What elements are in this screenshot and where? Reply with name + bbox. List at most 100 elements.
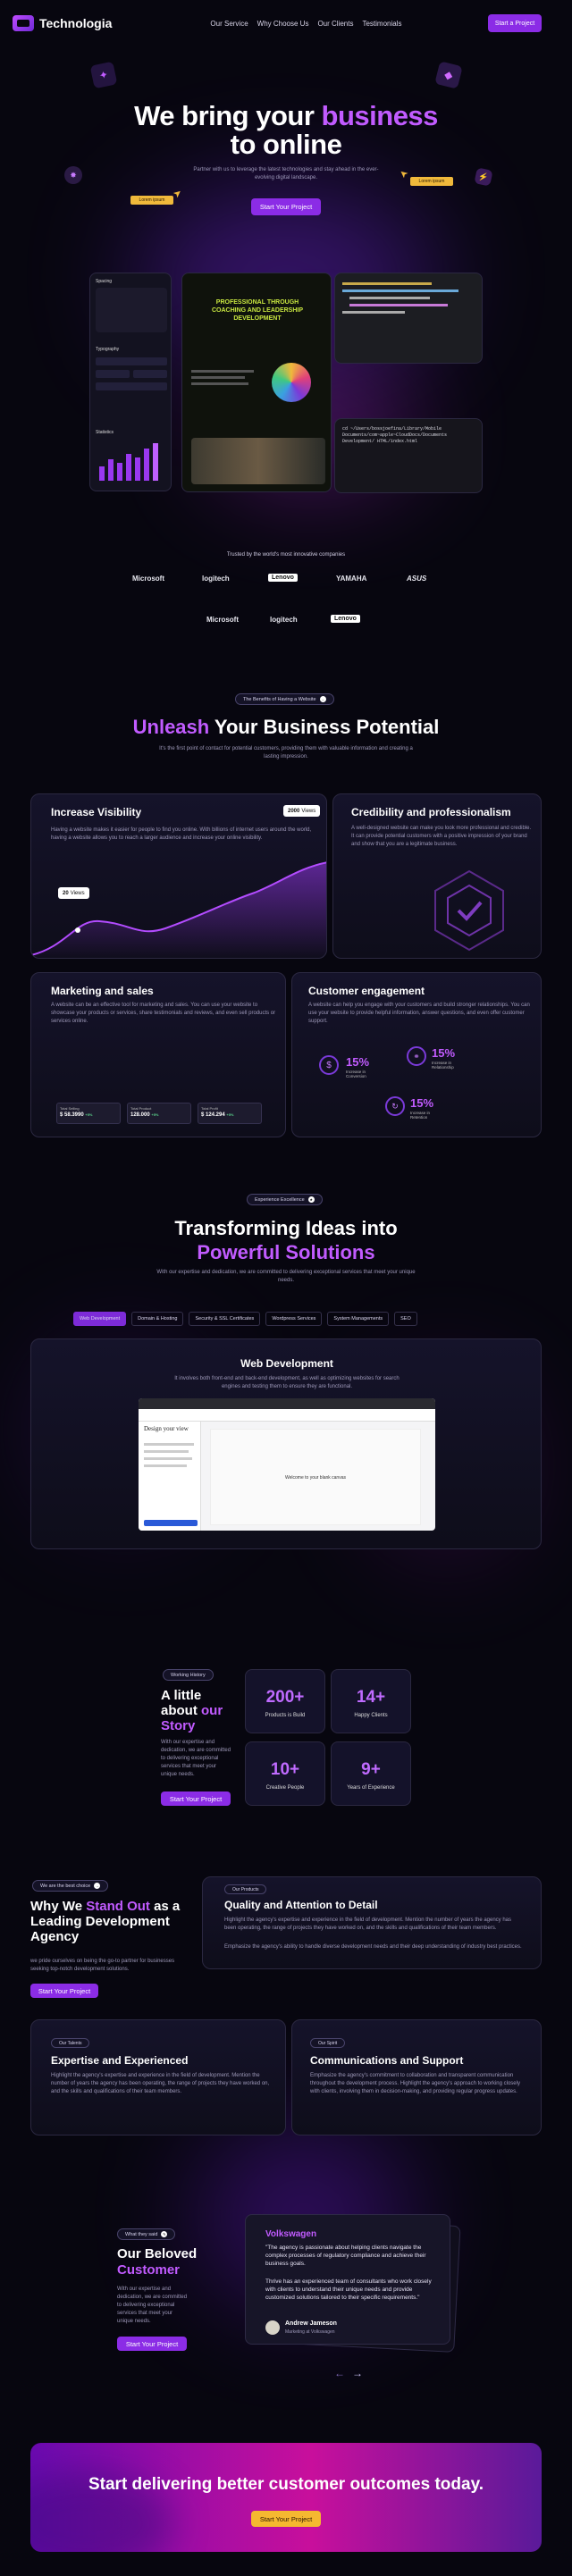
quality-pill-label: Our Products	[232, 1886, 259, 1892]
brand-name: Technologia	[39, 16, 113, 30]
terminal-line-2: Documents/com~apple~CloudDocs/Documents	[342, 432, 448, 438]
testimonials-title-accent: Customer	[117, 2262, 181, 2278]
tab-web-development[interactable]: Web Development	[73, 1312, 127, 1326]
total-product-value: 128.000	[130, 1112, 150, 1118]
conversion-value: 15%	[346, 1055, 370, 1069]
visibility-text: Having a website makes it easier for peo…	[51, 827, 312, 841]
hero-title-accent: business	[321, 100, 439, 131]
stat-years-value: 9+	[361, 1760, 381, 1779]
quote-role: Marketing at Volkswagen	[285, 2329, 335, 2335]
total-profit-box: Total Profit $ 124.294 +5%	[198, 1103, 262, 1124]
avatar	[265, 2320, 280, 2335]
expertise-pill: Our Talents	[51, 2038, 90, 2048]
mock-heading: Design your view	[144, 1425, 189, 1432]
landing-page: Technologia Our Service Why Choose Us Ou…	[0, 0, 572, 2576]
logo-asus: ASUS	[407, 575, 427, 583]
total-selling-value: $ 58.3990	[60, 1112, 84, 1118]
nav-link-our-service[interactable]: Our Service	[210, 20, 248, 28]
statistics-bar-chart	[99, 443, 158, 481]
marketing-text: A website can be an effective tool for m…	[51, 1003, 276, 1024]
start-project-button[interactable]: Start a Project	[488, 14, 542, 32]
service-panel-title: Web Development	[240, 1357, 333, 1370]
communication-pill: Our Spirit	[310, 2038, 346, 2048]
top-nav: Technologia Our Service Why Choose Us Ou…	[0, 0, 572, 46]
marketing-card: Marketing and sales A website can be an …	[30, 972, 286, 1137]
logo-microsoft-2: Microsoft	[206, 616, 239, 624]
why-start-project-button[interactable]: Start Your Project	[30, 1984, 98, 1998]
stat-products: 200+ Products is Build	[245, 1669, 325, 1733]
tab-domain-hosting[interactable]: Domain & Hosting	[131, 1312, 184, 1326]
flower-illustration	[272, 363, 311, 402]
prev-arrow-icon[interactable]: ←	[334, 2367, 345, 2379]
tab-system-managements[interactable]: System Managements	[327, 1312, 390, 1326]
why-text: we pride ourselves on being the go-to pa…	[30, 1959, 175, 1972]
communication-pill-label: Our Spirit	[318, 2040, 338, 2046]
story-pill-label: Working History	[171, 1672, 206, 1678]
nav-link-why-choose-us[interactable]: Why Choose Us	[257, 20, 309, 28]
communication-text: Emphasize the agency's commitment to col…	[310, 2073, 520, 2094]
story-text: With our expertise and dedication, we ar…	[161, 1740, 231, 1777]
retention-value: 15%	[410, 1096, 434, 1110]
visibility-card: Increase Visibility Having a website mak…	[30, 793, 327, 959]
photo-strip	[191, 438, 325, 484]
quote-card: Volkswagen "The agency is passionate abo…	[245, 2214, 450, 2345]
hero-title-line1: We bring your business	[0, 101, 572, 130]
cursor-tag-left: Lorem ipsum	[130, 196, 173, 205]
testimonials-pill-label: What they said	[125, 2231, 158, 2237]
benefits-title: Unleash Your Business Potential	[0, 716, 572, 739]
bolt-icon: ⚡	[474, 167, 493, 187]
benefits-title-text: Your Business Potential	[209, 716, 440, 738]
stat-creative-label: Creative People	[265, 1785, 305, 1791]
total-selling-delta: +5%	[85, 1112, 93, 1117]
testimonials-start-project-button[interactable]: Start Your Project	[117, 2337, 187, 2351]
brand-logo[interactable]: Technologia	[13, 15, 112, 31]
quality-pill: Our Products	[224, 1884, 267, 1894]
hero-start-project-button[interactable]: Start Your Project	[251, 198, 321, 215]
badge-check-icon	[434, 869, 504, 952]
stat-clients: 14+ Happy Clients	[331, 1669, 411, 1733]
cursor-tag-right: Lorem ipsum	[410, 177, 453, 186]
next-arrow-icon[interactable]: →	[352, 2367, 363, 2379]
benefits-title-accent: Unleash	[132, 716, 210, 738]
quality-text-2: Emphasize the agency's ability to handle…	[224, 1944, 522, 1950]
nav-link-testimonials[interactable]: Testimonials	[362, 20, 401, 28]
cta-start-project-button[interactable]: Start Your Project	[251, 2511, 321, 2527]
relationship-label: Increase in Relationship	[432, 1061, 454, 1070]
hero-title-text: We bring your	[134, 100, 322, 131]
cursor-right-icon: ➤	[397, 166, 411, 180]
hero-subtitle: Partner with us to leverage the latest t…	[193, 167, 379, 180]
views-badge-mid-value: 20	[63, 890, 69, 896]
credibility-card: Credibility and professionalism A well-d…	[332, 793, 542, 959]
tab-wordpress[interactable]: Wordpress Services	[265, 1312, 323, 1326]
testimonials-title: Our Beloved Customer	[117, 2246, 197, 2278]
logo-microsoft: Microsoft	[132, 575, 164, 583]
story-title-text: A little about	[161, 1688, 202, 1718]
cta-banner: Start delivering better customer outcome…	[30, 2443, 542, 2552]
why-pill: We are the best choice →	[32, 1880, 109, 1892]
views-badge-mid-unit: Views	[70, 890, 85, 896]
communication-title: Communications and Support	[310, 2054, 464, 2067]
stat-years: 9+ Years of Experience	[331, 1741, 411, 1806]
story-start-project-button[interactable]: Start Your Project	[161, 1791, 231, 1806]
tab-seo[interactable]: SEO	[394, 1312, 417, 1326]
story-title: A little about our Story	[161, 1688, 241, 1733]
tab-security-ssl[interactable]: Security & SSL Certificates	[189, 1312, 261, 1326]
total-product-box: Total Product 128.000 +5%	[127, 1103, 191, 1124]
typography-label: Typography	[96, 347, 120, 352]
stat-creative: 10+ Creative People	[245, 1741, 325, 1806]
spacing-label: Spacing	[96, 279, 113, 284]
logo-logitech-2: logitech	[270, 616, 298, 624]
quote-company: Volkswagen	[265, 2229, 317, 2239]
sparkle-icon: ✸	[64, 166, 82, 184]
expertise-pill-label: Our Talents	[59, 2040, 82, 2046]
website-preview-mock: PROFESSIONAL THROUGH COACHING AND LEADER…	[181, 273, 332, 492]
editor-panel-mock: Spacing Typography Statistics	[89, 273, 172, 491]
communication-card: Our Spirit Communications and Support Em…	[291, 2019, 542, 2135]
quality-title: Quality and Attention to Detail	[224, 1899, 378, 1911]
why-pill-label: We are the best choice	[40, 1883, 91, 1889]
trusted-label: Trusted by the world's most innovative c…	[226, 552, 346, 558]
stat-years-label: Years of Experience	[347, 1785, 395, 1791]
visibility-title: Increase Visibility	[51, 806, 142, 818]
nav-link-our-clients[interactable]: Our Clients	[317, 20, 353, 28]
quote-author: Andrew Jameson	[285, 2320, 337, 2327]
